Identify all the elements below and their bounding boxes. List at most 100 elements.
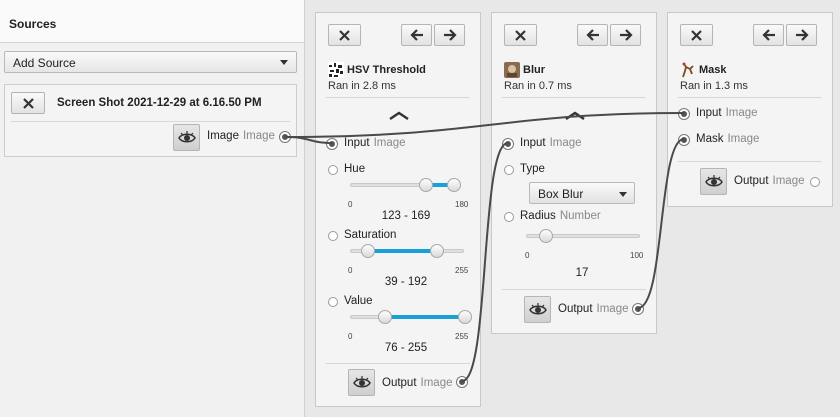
close-icon (691, 29, 702, 41)
hsv-input-socket[interactable] (327, 139, 337, 149)
eye-icon (177, 130, 196, 142)
mask-icon (682, 62, 694, 78)
saturation-label: Saturation (344, 229, 397, 241)
divider (326, 97, 470, 98)
remove-operation-button[interactable] (680, 24, 713, 46)
divider (326, 363, 470, 364)
operation-title: Blur (523, 64, 545, 76)
arrow-right-icon (795, 29, 809, 41)
divider (502, 97, 646, 98)
slider-thumb-low[interactable] (361, 244, 376, 258)
collapse-icon[interactable] (564, 111, 586, 121)
eye-icon (528, 302, 547, 314)
blur-icon (504, 62, 520, 78)
sources-header: Sources (0, 0, 304, 43)
divider (678, 161, 822, 162)
preview-toggle-button[interactable] (173, 124, 200, 151)
saturation-slider[interactable] (350, 244, 464, 258)
divider (502, 289, 646, 290)
chevron-down-icon (280, 60, 288, 65)
hsv-output-socket[interactable] (457, 377, 467, 387)
arrow-left-icon (761, 29, 775, 41)
run-time: Ran in 0.7 ms (504, 80, 572, 92)
hue-value: 123 - 169 (381, 210, 431, 222)
slider-thumb[interactable] (539, 229, 554, 243)
preview-toggle-button[interactable] (348, 369, 375, 396)
divider (11, 121, 290, 122)
close-icon (515, 29, 526, 41)
saturation-value: 39 - 192 (384, 276, 428, 288)
mask-output-label: Output Image (734, 175, 805, 187)
blur-input-label: Input Image (520, 137, 582, 149)
value-value: 76 - 255 (384, 342, 428, 354)
slider-thumb-high[interactable] (429, 244, 444, 258)
hue-max: 180 (455, 200, 469, 209)
blur-input-socket[interactable] (503, 139, 513, 149)
hue-label: Hue (344, 163, 366, 175)
value-max: 255 (455, 332, 469, 341)
socket-type: Image (725, 107, 758, 119)
blur-card: Blur Ran in 0.7 ms Input Image Type Box B… (491, 12, 657, 334)
collapse-icon[interactable] (388, 111, 410, 121)
move-right-button[interactable] (434, 24, 465, 46)
value-label: Value (344, 295, 373, 307)
remove-operation-button[interactable] (328, 24, 361, 46)
hsv-threshold-icon (328, 62, 344, 78)
remove-source-button[interactable] (11, 92, 45, 114)
socket-name: Output (382, 377, 417, 389)
add-source-dropdown[interactable]: Add Source (4, 51, 297, 73)
socket-type: Image (772, 175, 805, 187)
source-output-socket[interactable] (280, 132, 290, 142)
move-right-button[interactable] (786, 24, 817, 46)
socket-type: Image (549, 137, 582, 149)
arrow-right-icon (443, 29, 457, 41)
radius-max: 100 (630, 251, 644, 260)
socket-type: Image (420, 377, 453, 389)
run-time: Ran in 2.8 ms (328, 80, 396, 92)
hue-min: 0 (348, 200, 353, 209)
slider-thumb-low[interactable] (419, 178, 434, 192)
eye-icon (704, 174, 723, 186)
slider-thumb-high[interactable] (447, 178, 462, 192)
mask-input-label: Input Image (696, 107, 758, 119)
run-time: Ran in 1.3 ms (680, 80, 748, 92)
socket-type: Image (596, 303, 629, 315)
socket-type: Image (727, 133, 760, 145)
mask-mask-socket[interactable] (679, 135, 689, 145)
hsv-threshold-card: HSV Threshold Ran in 2.8 ms Input Image H… (315, 12, 481, 407)
radius-slider[interactable] (526, 229, 640, 243)
move-left-button[interactable] (753, 24, 784, 46)
slider-thumb-high[interactable] (458, 310, 472, 324)
preview-toggle-button[interactable] (700, 168, 727, 195)
hue-slider[interactable] (350, 178, 462, 192)
blur-type-select[interactable]: Box Blur (529, 182, 635, 204)
move-left-button[interactable] (577, 24, 608, 46)
mask-output-socket[interactable] (810, 177, 820, 187)
source-card: Screen Shot 2021-12-29 at 6.16.50 PM Ima… (4, 84, 297, 157)
mask-input-socket[interactable] (679, 109, 689, 119)
remove-operation-button[interactable] (504, 24, 537, 46)
socket-name: Input (696, 107, 722, 119)
socket-name: Mask (696, 133, 724, 145)
move-right-button[interactable] (610, 24, 641, 46)
slider-thumb-low[interactable] (377, 310, 392, 324)
saturation-socket[interactable] (328, 231, 338, 241)
sources-panel: Sources Add Source Screen Shot 2021-12-2… (0, 0, 305, 417)
source-output-label: Image Image (207, 130, 275, 142)
move-left-button[interactable] (401, 24, 432, 46)
value-slider[interactable] (350, 310, 472, 324)
arrow-left-icon (409, 29, 423, 41)
preview-toggle-button[interactable] (524, 296, 551, 323)
hsv-input-label: Input Image (344, 137, 406, 149)
blur-output-socket[interactable] (633, 304, 643, 314)
value-socket[interactable] (328, 297, 338, 307)
radius-value: 17 (575, 267, 589, 279)
hue-socket[interactable] (328, 165, 338, 175)
saturation-min: 0 (348, 266, 353, 275)
radius-socket[interactable] (504, 212, 514, 222)
socket-name: Image (207, 130, 239, 142)
type-socket[interactable] (504, 165, 514, 175)
eye-icon (352, 375, 371, 387)
slider-fill (384, 315, 465, 319)
value-min: 0 (348, 332, 353, 341)
